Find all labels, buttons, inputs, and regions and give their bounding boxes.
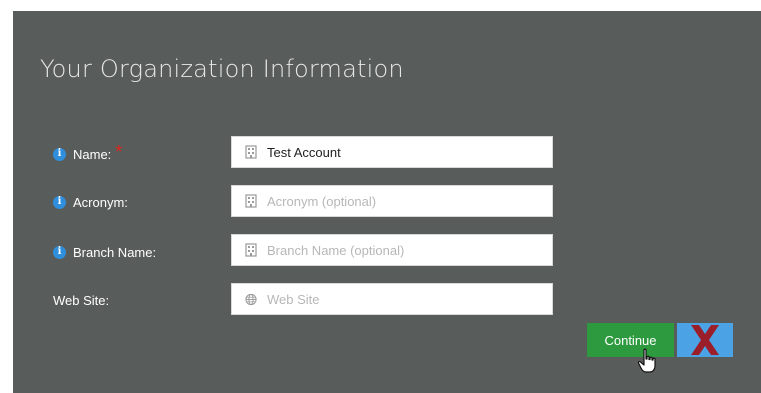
name-input[interactable] [267, 137, 552, 167]
web-site-input[interactable] [267, 284, 552, 314]
name-label-row: i Name: * [53, 141, 123, 164]
required-star: * [115, 141, 123, 162]
acronym-label: Acronym: [73, 194, 128, 210]
name-field[interactable] [231, 136, 553, 168]
page-title: Your Organization Information [40, 55, 404, 83]
info-icon[interactable]: i [53, 245, 66, 259]
globe-icon [245, 292, 257, 306]
close-x-icon [691, 325, 719, 355]
acronym-field[interactable] [231, 185, 553, 217]
info-icon[interactable]: i [53, 195, 66, 209]
web-site-label: Web Site: [53, 292, 110, 308]
continue-button[interactable]: Continue [587, 323, 674, 357]
info-icon[interactable]: i [53, 147, 66, 161]
hand-pointer-cursor-icon [637, 348, 656, 373]
acronym-input[interactable] [267, 186, 552, 216]
branch-name-label-row: i Branch Name: [53, 242, 156, 262]
branch-name-input[interactable] [267, 235, 552, 265]
acronym-label-row: i Acronym: [53, 192, 128, 212]
building-icon [245, 145, 257, 159]
web-site-field[interactable] [231, 283, 553, 315]
branch-name-label: Branch Name: [73, 244, 157, 260]
web-site-label-row: Web Site: [53, 290, 109, 310]
branch-name-field[interactable] [231, 234, 553, 266]
building-icon [245, 194, 257, 208]
close-button[interactable] [677, 323, 733, 357]
building-icon [245, 243, 257, 257]
name-label: Name: [73, 146, 112, 162]
